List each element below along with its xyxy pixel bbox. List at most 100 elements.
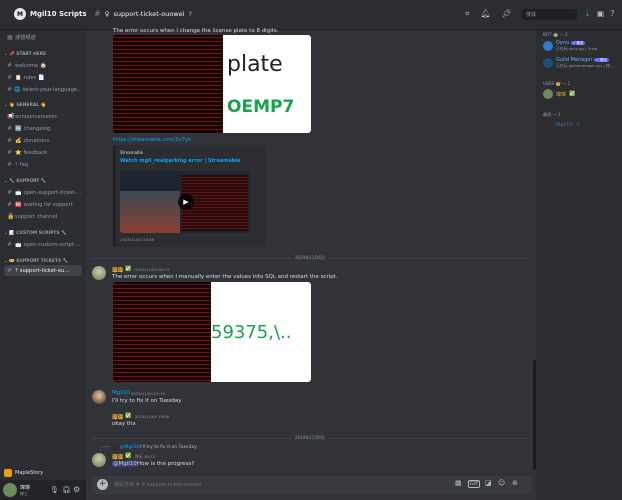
inbox-icon[interactable]: ▣ xyxy=(597,9,605,18)
emoji-icon[interactable]: ☺ xyxy=(498,479,505,487)
activity-label: MapleStory xyxy=(15,470,44,476)
headphones-icon[interactable]: 🎧︎ xyxy=(62,486,71,494)
sidebar-item-feedback[interactable]: # ⭐ feedback xyxy=(4,147,82,158)
reply-connector xyxy=(100,446,110,451)
sidebar-item-active-ticket[interactable]: #? support-ticket-ou... xyxy=(4,265,82,276)
gif-icon[interactable]: GIF xyxy=(468,480,481,488)
hash-icon: # xyxy=(7,161,13,168)
apps-icon[interactable]: ⊛ xyxy=(512,479,518,487)
reply-preview[interactable]: I'll try to fix it on Tuesday xyxy=(140,445,197,450)
category-custom[interactable]: ⌄ 📝 CUSTOM SCRIPTS 🔧 xyxy=(4,231,67,236)
embed-title[interactable]: Watch mgil_realparking error | Streamabl… xyxy=(120,158,240,164)
mic-icon[interactable]: 🎙︎ xyxy=(50,486,59,494)
sticker-icon[interactable]: ◪ xyxy=(485,479,492,487)
lock-hash-icon: # xyxy=(7,74,13,81)
threads-icon[interactable]: ⌗ xyxy=(465,9,470,19)
envelope-icon: 📩 xyxy=(15,241,22,248)
member-item[interactable]: Guild Manager ✓ 應用 正在玩 guildmanager.xyz … xyxy=(543,57,613,69)
avatar[interactable] xyxy=(92,266,106,280)
sidebar-item-select-language[interactable]: # 🌐 select-your-language... xyxy=(4,84,82,95)
message-text: I'll try to fix it on Tuesday xyxy=(112,398,182,404)
add-attachment-icon[interactable]: + xyxy=(97,479,108,490)
sidebar-item-waiting[interactable]: # 🆘 waiting for support xyxy=(4,199,82,210)
message-author[interactable]: 瑋瑋 xyxy=(112,413,123,421)
member-list: BOT 🤖 — 2 Dyno ✓ 應用 正在玩 dyno.gg | !help … xyxy=(536,30,622,500)
search-input[interactable]: 搜尋 xyxy=(522,9,577,20)
message-input[interactable]: 傳訊息到 # ♀ support-ticket-ouowei xyxy=(114,481,201,488)
hash-icon: # xyxy=(7,189,13,196)
sidebar-item-changelog[interactable]: # 🆕 changelog xyxy=(4,123,82,134)
member-item[interactable]: Dyno ✓ 應用 正在玩 dyno.gg | !help xyxy=(543,40,597,52)
date-divider-label: 2024年11月6日 xyxy=(292,435,328,441)
megaphone-icon: 📢 xyxy=(7,113,15,120)
embed-provider[interactable]: Streamable xyxy=(120,150,143,155)
pin-icon[interactable]: 📌︎ xyxy=(502,9,512,19)
video-thumbnail[interactable]: ▶ xyxy=(120,171,250,233)
member-category: BOT 🤖 — 2 xyxy=(543,32,568,37)
bell-icon[interactable]: 🔔︎ xyxy=(481,9,491,19)
help-icon: ? xyxy=(188,9,192,18)
member-category: USER 👑 — 1 xyxy=(543,81,571,86)
avatar[interactable] xyxy=(92,390,106,404)
help-circle-icon[interactable]: ? xyxy=(610,9,614,18)
screenshot-attachment-2[interactable]: 59375,\.. xyxy=(113,282,311,382)
sidebar-item-open-custom[interactable]: # 📩 open-custom-script-... xyxy=(4,239,82,250)
sidebar-item-browse[interactable]: ▦ 運營頻道 xyxy=(4,32,82,43)
chevron-down-icon[interactable]: ⌄ xyxy=(73,8,79,16)
avatar[interactable] xyxy=(3,483,17,497)
download-icon[interactable]: ⇣ xyxy=(584,9,591,18)
sidebar-item-rules[interactable]: # 📋 rules 📄 xyxy=(4,72,82,83)
gift-icon[interactable]: ▦ xyxy=(455,479,462,487)
member-name: Mgil10 xyxy=(556,122,573,128)
screenshot-attachment-1[interactable]: plate OEMP7 xyxy=(113,35,311,133)
message-author[interactable]: Mgil10 xyxy=(112,390,130,396)
verified-badge-icon: ✅ xyxy=(569,91,576,97)
grid-icon: ▦ xyxy=(7,34,13,41)
sidebar-item-donations[interactable]: # 💰 donations xyxy=(4,135,82,146)
sidebar-item-welcome[interactable]: # welcome 🏠 xyxy=(4,60,82,71)
user-mention[interactable]: @Mgil10 xyxy=(112,461,138,467)
maplestory-activity[interactable]: MapleStory xyxy=(0,466,86,480)
zoomed-sql-image: 59375,\.. xyxy=(211,282,311,382)
sidebar-item-label: announcements xyxy=(15,113,57,120)
avatar xyxy=(543,120,553,130)
play-icon[interactable]: ▶ xyxy=(178,194,194,210)
member-item[interactable]: Mgil10 ♛ xyxy=(543,120,580,130)
globe-icon: 🌐 xyxy=(14,86,21,93)
sidebar-item-open-support[interactable]: # 📩 open-support-ticket-... xyxy=(4,187,82,198)
console-log-image xyxy=(113,282,211,382)
bot-badge: ✓ 應用 xyxy=(570,41,586,45)
category-start[interactable]: ⌄ 📌 START HERE xyxy=(4,52,46,57)
hash-icon: # xyxy=(7,125,13,132)
sidebar-item-label: open-support-ticket-... xyxy=(23,189,82,196)
game-scene xyxy=(120,191,180,233)
verified-badge-icon: ✅ xyxy=(125,266,132,272)
avatar xyxy=(543,58,553,68)
reply-author[interactable]: @Mgil10 xyxy=(120,445,139,450)
message-timestamp: 昨天 18:32 xyxy=(135,454,155,459)
category-support[interactable]: ⌄ 🔧 SUPPORT 🔧 xyxy=(4,179,46,184)
message-author[interactable]: 瑋瑋 xyxy=(112,453,123,461)
avatar xyxy=(543,41,553,51)
zoomed-value: 59375,\.. xyxy=(211,321,292,343)
user-panel: 瑋瑋 線上 🎙︎ 🎧︎ ⚙ xyxy=(0,480,86,500)
member-item[interactable]: 瑋瑋 ✅ xyxy=(543,89,575,99)
question-icon: ? xyxy=(15,267,18,274)
avatar[interactable] xyxy=(92,453,106,467)
sidebar-item-faq[interactable]: #? faq xyxy=(4,159,82,170)
category-tickets[interactable]: ⌄ 🎫 SUPPORT TICKETS 🔧 xyxy=(4,259,68,264)
sidebar-item-label: support-ticket-ou... xyxy=(19,267,70,274)
message-author[interactable]: 瑋瑋 xyxy=(112,266,123,274)
sidebar-item-support-channel[interactable]: 🔒 support channel xyxy=(4,211,82,222)
gear-icon[interactable]: ⚙ xyxy=(73,485,80,494)
server-logo: M xyxy=(14,8,26,20)
lock-icon: 🔒 xyxy=(7,213,15,220)
sidebar-item-announcements[interactable]: 📢 announcements xyxy=(4,111,82,122)
verified-badge-icon: ✅ xyxy=(125,453,132,459)
date-divider-label: 2024年11月4日 xyxy=(292,255,328,261)
streamable-link[interactable]: https://streamable.com/5v7yk xyxy=(113,137,191,143)
hash-icon: # xyxy=(7,241,13,248)
sidebar-item-label: welcome xyxy=(15,62,39,69)
user-status: 線上 xyxy=(20,491,28,496)
category-general[interactable]: ⌄ 👋 GENERAL 👋 xyxy=(4,103,46,108)
